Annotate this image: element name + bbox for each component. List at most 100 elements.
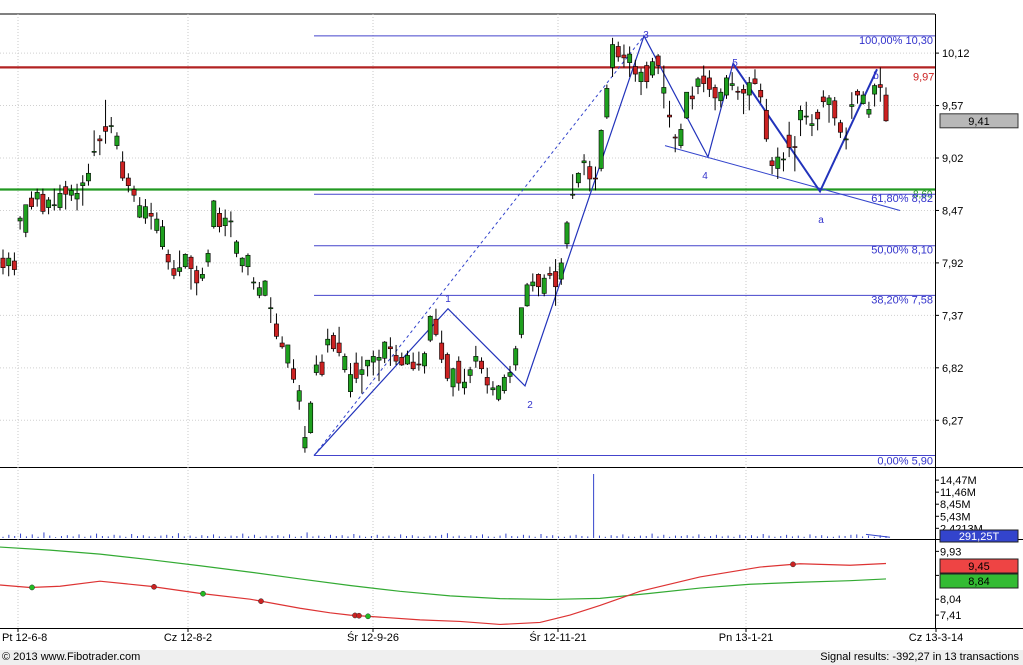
candle-body xyxy=(302,437,308,449)
candle-body xyxy=(649,61,655,76)
candle-body xyxy=(336,342,342,353)
candle-body xyxy=(564,222,570,245)
price-tick-label: 7,92 xyxy=(942,258,963,270)
candle-body xyxy=(883,94,889,122)
crossover-marker xyxy=(151,583,157,590)
price-tick-label: 6,27 xyxy=(942,415,963,427)
wave-label: 4 xyxy=(702,171,708,182)
fibonacci-label: 61,80% 8,82 xyxy=(871,193,933,205)
indicator-tick-label: 9,93 xyxy=(940,546,961,558)
chart-window: 9,97 8,69 100,00% 10,30 61,80% 8,82 50,00% 8… xyxy=(0,0,1023,665)
candle-body xyxy=(125,177,131,186)
candle-body xyxy=(712,87,718,99)
candle-body xyxy=(422,353,427,367)
volume-tick-label: 5,43M xyxy=(940,511,971,523)
candle-body xyxy=(439,342,445,360)
key-level-label: 9,97 xyxy=(913,71,934,83)
candle-body xyxy=(80,182,86,186)
candle-body xyxy=(604,88,610,118)
candle-body xyxy=(199,274,205,279)
candle-body xyxy=(11,260,17,270)
candle-body xyxy=(701,75,707,84)
candle-body xyxy=(444,354,450,379)
candle-body xyxy=(752,78,758,84)
candle-body xyxy=(171,268,177,276)
candle-body xyxy=(826,97,832,105)
candle xyxy=(427,315,433,343)
wave-label: 2 xyxy=(527,400,533,411)
candle-body xyxy=(558,262,564,280)
candle-body xyxy=(262,280,268,296)
candle-body xyxy=(815,111,821,120)
candle-body xyxy=(114,135,120,146)
candle xyxy=(342,353,348,373)
volume-tick-label: 14,47M xyxy=(940,475,977,487)
candle-body xyxy=(484,377,490,386)
wave-label: 1 xyxy=(445,294,451,305)
indicator-tick-label: 7,41 xyxy=(940,610,961,622)
volume-tick-label: 11,46M xyxy=(940,487,976,499)
candle-body xyxy=(763,110,769,140)
candle xyxy=(262,280,268,297)
candle-body xyxy=(291,368,296,380)
candle-body xyxy=(490,387,496,391)
candle-body xyxy=(416,363,422,366)
candle-body xyxy=(342,356,348,371)
candle-body xyxy=(547,273,553,276)
x-axis-label: Pt 12-6-8 xyxy=(2,632,47,644)
candle-body xyxy=(57,192,63,208)
candle-body xyxy=(97,138,103,142)
candle-body xyxy=(365,359,371,367)
candle-body xyxy=(632,66,638,75)
candle xyxy=(524,282,530,307)
candle-body xyxy=(285,344,291,364)
candle xyxy=(724,75,729,99)
candle-body xyxy=(131,189,137,196)
candle-body xyxy=(165,254,171,263)
candle-body xyxy=(729,83,735,86)
fibonacci-label: 100,00% 10,30 xyxy=(859,35,933,47)
crossover-marker xyxy=(29,584,35,591)
candle-body xyxy=(706,77,712,90)
last-price-label: 9,41 xyxy=(968,116,989,128)
candle-body xyxy=(182,254,188,268)
crossover-marker xyxy=(258,598,264,605)
candle-body xyxy=(154,218,160,231)
candle-body xyxy=(399,357,405,366)
candle-body xyxy=(46,199,52,208)
candle-body xyxy=(518,307,524,335)
candle xyxy=(23,204,29,238)
candle-body xyxy=(735,90,741,93)
candle-body xyxy=(872,85,878,95)
fibonacci-label: 38,20% 7,58 xyxy=(871,294,933,306)
candle-body xyxy=(0,257,6,268)
crossover-marker xyxy=(365,613,371,620)
indicator-value-label: 9,45 xyxy=(968,561,989,573)
x-axis-label: Pn 13-1-21 xyxy=(719,632,773,644)
candle-body xyxy=(268,307,274,310)
candle-body xyxy=(781,158,786,161)
crossover-marker xyxy=(356,612,362,619)
candle-body xyxy=(177,267,183,272)
candle-body xyxy=(501,377,507,392)
price-tick-label: 9,02 xyxy=(942,153,963,165)
candle-body xyxy=(809,123,815,126)
candle-body xyxy=(837,122,843,133)
candle-body xyxy=(23,204,29,233)
candle-body xyxy=(40,193,46,212)
candle-body xyxy=(239,257,245,267)
candle-body xyxy=(325,338,331,346)
candle xyxy=(444,352,450,382)
candle-body xyxy=(387,346,393,350)
candle-body xyxy=(615,46,621,58)
price-tick-label: 10,12 xyxy=(942,48,970,60)
wave-label: a xyxy=(818,215,824,226)
candle-body xyxy=(120,161,126,179)
candle-body xyxy=(450,368,456,388)
candle-body xyxy=(296,390,302,402)
volume-tick-label: 8,45M xyxy=(940,499,971,511)
candle-body xyxy=(689,95,695,100)
x-axis-label: Śr 12-9-26 xyxy=(347,631,399,644)
candle-body xyxy=(359,369,365,375)
fibonacci-label: 50,00% 8,10 xyxy=(871,245,933,257)
